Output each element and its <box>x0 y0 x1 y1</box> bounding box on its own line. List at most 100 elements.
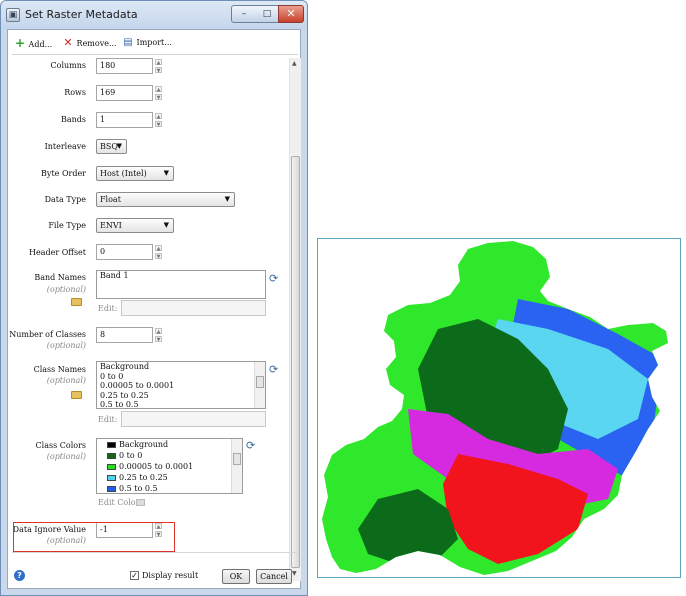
columns-spin-up[interactable]: ▲ <box>155 59 162 66</box>
interleave-value: BSQ <box>100 142 118 151</box>
remove-label: Remove... <box>76 39 117 48</box>
class-color-name: Background <box>119 440 169 449</box>
bands-spin-down[interactable]: ▼ <box>155 121 162 128</box>
ok-button[interactable]: OK <box>222 569 250 584</box>
header-offset-spin-up[interactable]: ▲ <box>155 245 162 252</box>
file-type-value: ENVI <box>100 221 122 230</box>
remove-x-icon: ✕ <box>63 36 73 49</box>
byte-order-value: Host (Intel) <box>100 169 147 178</box>
class-colors-optional: (optional) <box>46 452 86 461</box>
band-names-list[interactable]: Band 1 <box>96 270 266 299</box>
color-swatch <box>107 464 116 470</box>
color-swatch <box>107 475 116 481</box>
scroll-up-arrow[interactable]: ▲ <box>292 60 297 67</box>
interleave-dropdown[interactable]: BSQ ▼ <box>96 139 127 154</box>
chevron-down-icon: ▼ <box>163 221 169 229</box>
data-type-value: Float <box>100 195 121 204</box>
set-raster-metadata-window: ▣ Set Raster Metadata – □ ✕ + Add... ✕ R… <box>0 0 308 596</box>
color-swatch <box>107 442 116 448</box>
highlight-box <box>13 522 175 552</box>
help-icon[interactable]: ? <box>14 570 25 581</box>
header-offset-label: Header Offset <box>29 248 86 257</box>
window-title: Set Raster Metadata <box>25 8 138 21</box>
classified-raster-map <box>322 241 668 575</box>
class-color-name: 0.5 to 0.5 <box>119 484 158 493</box>
num-classes-input[interactable]: 8 <box>96 327 153 343</box>
title-bar[interactable]: ▣ Set Raster Metadata – □ ✕ <box>1 1 307 29</box>
scroll-thumb[interactable] <box>233 453 241 465</box>
list-item[interactable]: 0 to 0 <box>97 450 242 461</box>
band-names-label: Band Names <box>34 273 86 282</box>
interleave-label: Interleave <box>44 142 86 151</box>
class-names-edit-label: Edit: <box>98 415 118 424</box>
band-names-edit-field[interactable] <box>121 300 266 316</box>
class-names-scrollbar[interactable] <box>254 362 265 408</box>
display-result-label[interactable]: Display result <box>142 570 198 582</box>
folder-icon[interactable] <box>71 391 82 399</box>
minimize-button[interactable]: – <box>231 5 257 23</box>
remove-button[interactable]: ✕ Remove... <box>62 36 117 50</box>
list-item[interactable]: 0.25 to 0.25 <box>97 391 265 401</box>
bands-input[interactable]: 1 <box>96 112 153 128</box>
display-result-checkbox[interactable]: ✓ <box>130 571 139 580</box>
list-item[interactable]: Background <box>97 362 265 372</box>
form-scrollbar[interactable]: ▲ ▼ <box>289 58 301 581</box>
band-names-optional: (optional) <box>46 285 86 294</box>
folder-icon[interactable] <box>71 298 82 306</box>
map-class-layers <box>322 241 668 575</box>
columns-spin-down[interactable]: ▼ <box>155 67 162 74</box>
plus-icon: + <box>14 36 26 50</box>
scroll-thumb[interactable] <box>256 376 264 388</box>
list-item[interactable]: 0.00005 to 0.0001 <box>97 461 242 472</box>
columns-input[interactable]: 180 <box>96 58 153 74</box>
rows-spin-down[interactable]: ▼ <box>155 94 162 101</box>
edit-color-swatch[interactable] <box>136 499 145 506</box>
import-button[interactable]: ▤ Import... <box>122 36 172 50</box>
file-type-label: File Type <box>48 221 86 230</box>
band-names-refresh-icon[interactable]: ⟳ <box>269 272 278 285</box>
class-names-list[interactable]: Background 0 to 0 0.00005 to 0.0001 0.25… <box>96 361 266 409</box>
class-colors-scrollbar[interactable] <box>231 439 242 493</box>
result-map-frame <box>317 238 681 578</box>
data-type-dropdown[interactable]: Float ▼ <box>96 192 235 207</box>
rows-spin-up[interactable]: ▲ <box>155 86 162 93</box>
header-offset-input[interactable]: 0 <box>96 244 153 260</box>
list-item[interactable]: 0.5 to 0.5 <box>97 483 242 493</box>
class-names-edit-field[interactable] <box>121 411 266 427</box>
add-label: Add... <box>28 40 53 49</box>
import-icon: ▤ <box>123 37 133 48</box>
list-item[interactable]: 0.5 to 0.5 <box>97 400 265 408</box>
list-item[interactable]: 0.25 to 0.25 <box>97 472 242 483</box>
file-type-dropdown[interactable]: ENVI ▼ <box>96 218 174 233</box>
byte-order-dropdown[interactable]: Host (Intel) ▼ <box>96 166 174 181</box>
list-item[interactable]: 0.00005 to 0.0001 <box>97 381 265 391</box>
class-color-name: 0 to 0 <box>119 451 143 460</box>
class-names-refresh-icon[interactable]: ⟳ <box>269 363 278 376</box>
scroll-thumb[interactable] <box>291 156 300 568</box>
num-classes-spin-down[interactable]: ▼ <box>155 336 162 343</box>
columns-label: Columns <box>50 61 87 70</box>
class-colors-refresh-icon[interactable]: ⟳ <box>246 439 255 452</box>
header-offset-spin-down[interactable]: ▼ <box>155 253 162 260</box>
data-type-label: Data Type <box>44 195 86 204</box>
cancel-button[interactable]: Cancel <box>256 569 292 584</box>
band-names-edit-label: Edit: <box>98 304 118 313</box>
chevron-down-icon: ▼ <box>224 195 230 203</box>
num-classes-optional: (optional) <box>46 341 86 350</box>
class-names-optional: (optional) <box>46 376 86 385</box>
maximize-button[interactable]: □ <box>256 5 279 23</box>
bands-spin-up[interactable]: ▲ <box>155 113 162 120</box>
chevron-down-icon: ▼ <box>116 142 122 150</box>
dialog-client-area: + Add... ✕ Remove... ▤ Import... Columns… <box>7 29 301 589</box>
color-swatch <box>107 486 116 492</box>
list-item[interactable]: Background <box>97 439 242 450</box>
rows-input[interactable]: 169 <box>96 85 153 101</box>
class-color-name: 0.00005 to 0.0001 <box>119 462 194 471</box>
num-classes-spin-up[interactable]: ▲ <box>155 328 162 335</box>
close-button[interactable]: ✕ <box>278 5 304 23</box>
list-item[interactable]: Band 1 <box>97 271 265 281</box>
list-item[interactable]: 0 to 0 <box>97 372 265 382</box>
add-button[interactable]: + Add... <box>14 36 52 50</box>
class-colors-list[interactable]: Background 0 to 0 0.00005 to 0.0001 0.25… <box>96 438 243 494</box>
scroll-down-arrow[interactable]: ▼ <box>292 570 297 577</box>
